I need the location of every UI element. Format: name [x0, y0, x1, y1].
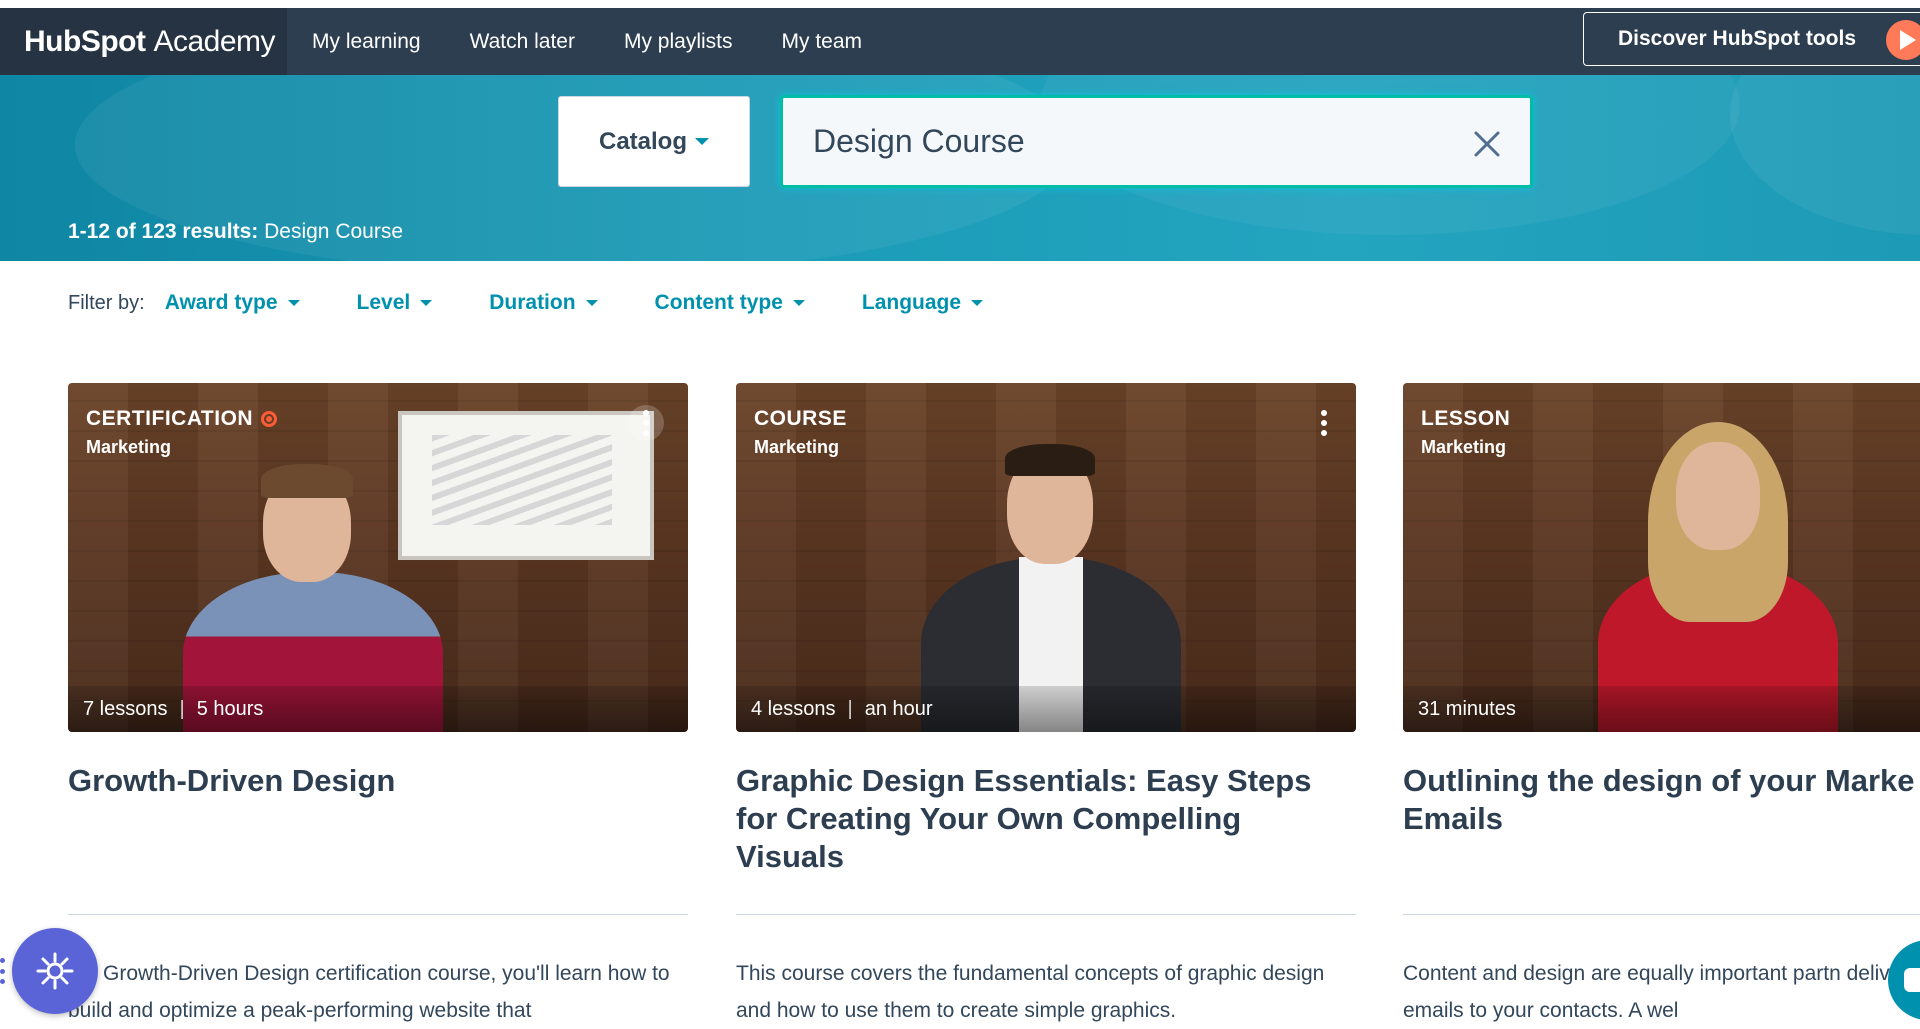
filter-level[interactable]: Level [357, 291, 433, 315]
card-duration: an hour [864, 697, 933, 720]
certification-icon [261, 411, 278, 427]
nav-watch-later[interactable]: Watch later [470, 30, 575, 54]
card-type-label: COURSE [754, 407, 847, 430]
card-title[interactable]: Graphic Design Essentials: Easy Steps fo… [736, 762, 1356, 914]
card-lessons: 4 lessons [751, 697, 836, 720]
card-thumbnail[interactable]: LESSON Marketing 31 minutes [1403, 383, 1920, 732]
catalog-dropdown[interactable]: Catalog [558, 96, 750, 187]
meta-separator: | [179, 697, 185, 720]
nav-my-learning[interactable]: My learning [312, 30, 421, 54]
card-description: Content and design are equally important… [1403, 962, 1920, 1022]
academy-label: Academy [153, 24, 276, 58]
filter-award-type[interactable]: Award type [165, 291, 300, 315]
card-type-label: LESSON [1421, 407, 1511, 430]
card-lessons: 7 lessons [83, 697, 168, 720]
discover-button-label: Discover HubSpot tools [1618, 27, 1857, 50]
card-description: This course covers the fundamental conce… [736, 962, 1325, 1022]
filter-content-type[interactable]: Content type [655, 291, 805, 315]
more-options-icon[interactable] [628, 405, 664, 441]
card-category: Marketing [1421, 437, 1507, 457]
course-card[interactable]: LESSON Marketing 31 minutes Outlining th… [1403, 383, 1920, 1029]
discover-hubspot-tools-button[interactable]: Discover HubSpot tools [1583, 12, 1920, 66]
chevron-down-icon [287, 300, 300, 306]
card-thumbnail[interactable]: CERTIFICATION Marketing 7 lessons | 5 ho… [68, 383, 688, 732]
nav-my-team[interactable]: My team [782, 30, 863, 54]
brand-logo[interactable]: HubSpot Academy [0, 8, 287, 75]
more-options-icon[interactable] [1306, 405, 1342, 441]
results-count: 1-12 of 123 results: [68, 220, 259, 243]
card-divider [1403, 914, 1920, 915]
hubspot-wordmark: HubSpot [24, 24, 146, 58]
filter-bar: Filter by: Award type Level Duration Con… [68, 289, 984, 317]
chevron-down-icon [585, 300, 598, 306]
gear-icon [36, 952, 74, 990]
card-type-badge: CERTIFICATION [86, 407, 278, 431]
filter-level-label: Level [356, 291, 411, 314]
top-strip [0, 0, 1920, 8]
filter-duration-label: Duration [489, 291, 576, 314]
chevron-down-icon [420, 300, 433, 306]
card-type-badge: LESSON [1421, 407, 1510, 431]
results-query: Design Course [264, 220, 404, 243]
nav-my-playlists[interactable]: My playlists [624, 30, 733, 54]
card-meta: 31 minutes [1403, 686, 1920, 732]
card-type-badge: COURSE [754, 407, 847, 431]
meta-separator: | [847, 697, 853, 720]
filter-label: Filter by: [68, 291, 145, 314]
search-box [780, 95, 1533, 188]
presenter-image [1568, 412, 1868, 732]
card-divider [736, 914, 1356, 915]
card-duration: 5 hours [196, 697, 264, 720]
card-divider [68, 914, 688, 915]
filter-language-label: Language [861, 291, 962, 314]
card-category: Marketing [86, 437, 172, 457]
card-title[interactable]: Outlining the design of your Marke Email… [1403, 762, 1920, 914]
filter-award-type-label: Award type [164, 291, 278, 314]
card-thumbnail[interactable]: COURSE Marketing 4 lessons | an hour [736, 383, 1356, 732]
chevron-down-icon [695, 138, 709, 145]
filter-duration[interactable]: Duration [489, 291, 598, 315]
course-card[interactable]: CERTIFICATION Marketing 7 lessons | 5 ho… [68, 383, 688, 1029]
chevron-down-icon [971, 300, 984, 306]
card-type-label: CERTIFICATION [86, 407, 254, 430]
top-navbar: HubSpot Academy My learning Watch later … [0, 8, 1920, 75]
play-icon [1886, 20, 1920, 60]
card-category: Marketing [754, 437, 840, 457]
card-meta: 4 lessons | an hour [736, 686, 1356, 732]
filter-content-type-label: Content type [654, 291, 783, 314]
search-hero: Catalog 1-12 of 123 results: Design Cour… [0, 75, 1920, 261]
catalog-label: Catalog [598, 127, 687, 155]
course-card[interactable]: COURSE Marketing 4 lessons | an hour Gra… [736, 383, 1356, 1029]
card-description: the Growth-Driven Design certification c… [68, 962, 670, 1022]
card-duration: 31 minutes [1418, 697, 1516, 720]
results-summary: 1-12 of 123 results: Design Course [68, 220, 403, 244]
card-meta: 7 lessons | 5 hours [68, 686, 688, 732]
search-input[interactable] [813, 123, 1433, 160]
hero-decoration [1730, 75, 1920, 235]
card-title[interactable]: Growth-Driven Design [68, 762, 688, 914]
filter-language[interactable]: Language [861, 291, 984, 315]
close-icon[interactable] [1471, 128, 1503, 160]
chevron-down-icon [792, 300, 805, 306]
accessibility-widget-button[interactable] [12, 928, 98, 1014]
drag-handle[interactable] [0, 958, 6, 984]
